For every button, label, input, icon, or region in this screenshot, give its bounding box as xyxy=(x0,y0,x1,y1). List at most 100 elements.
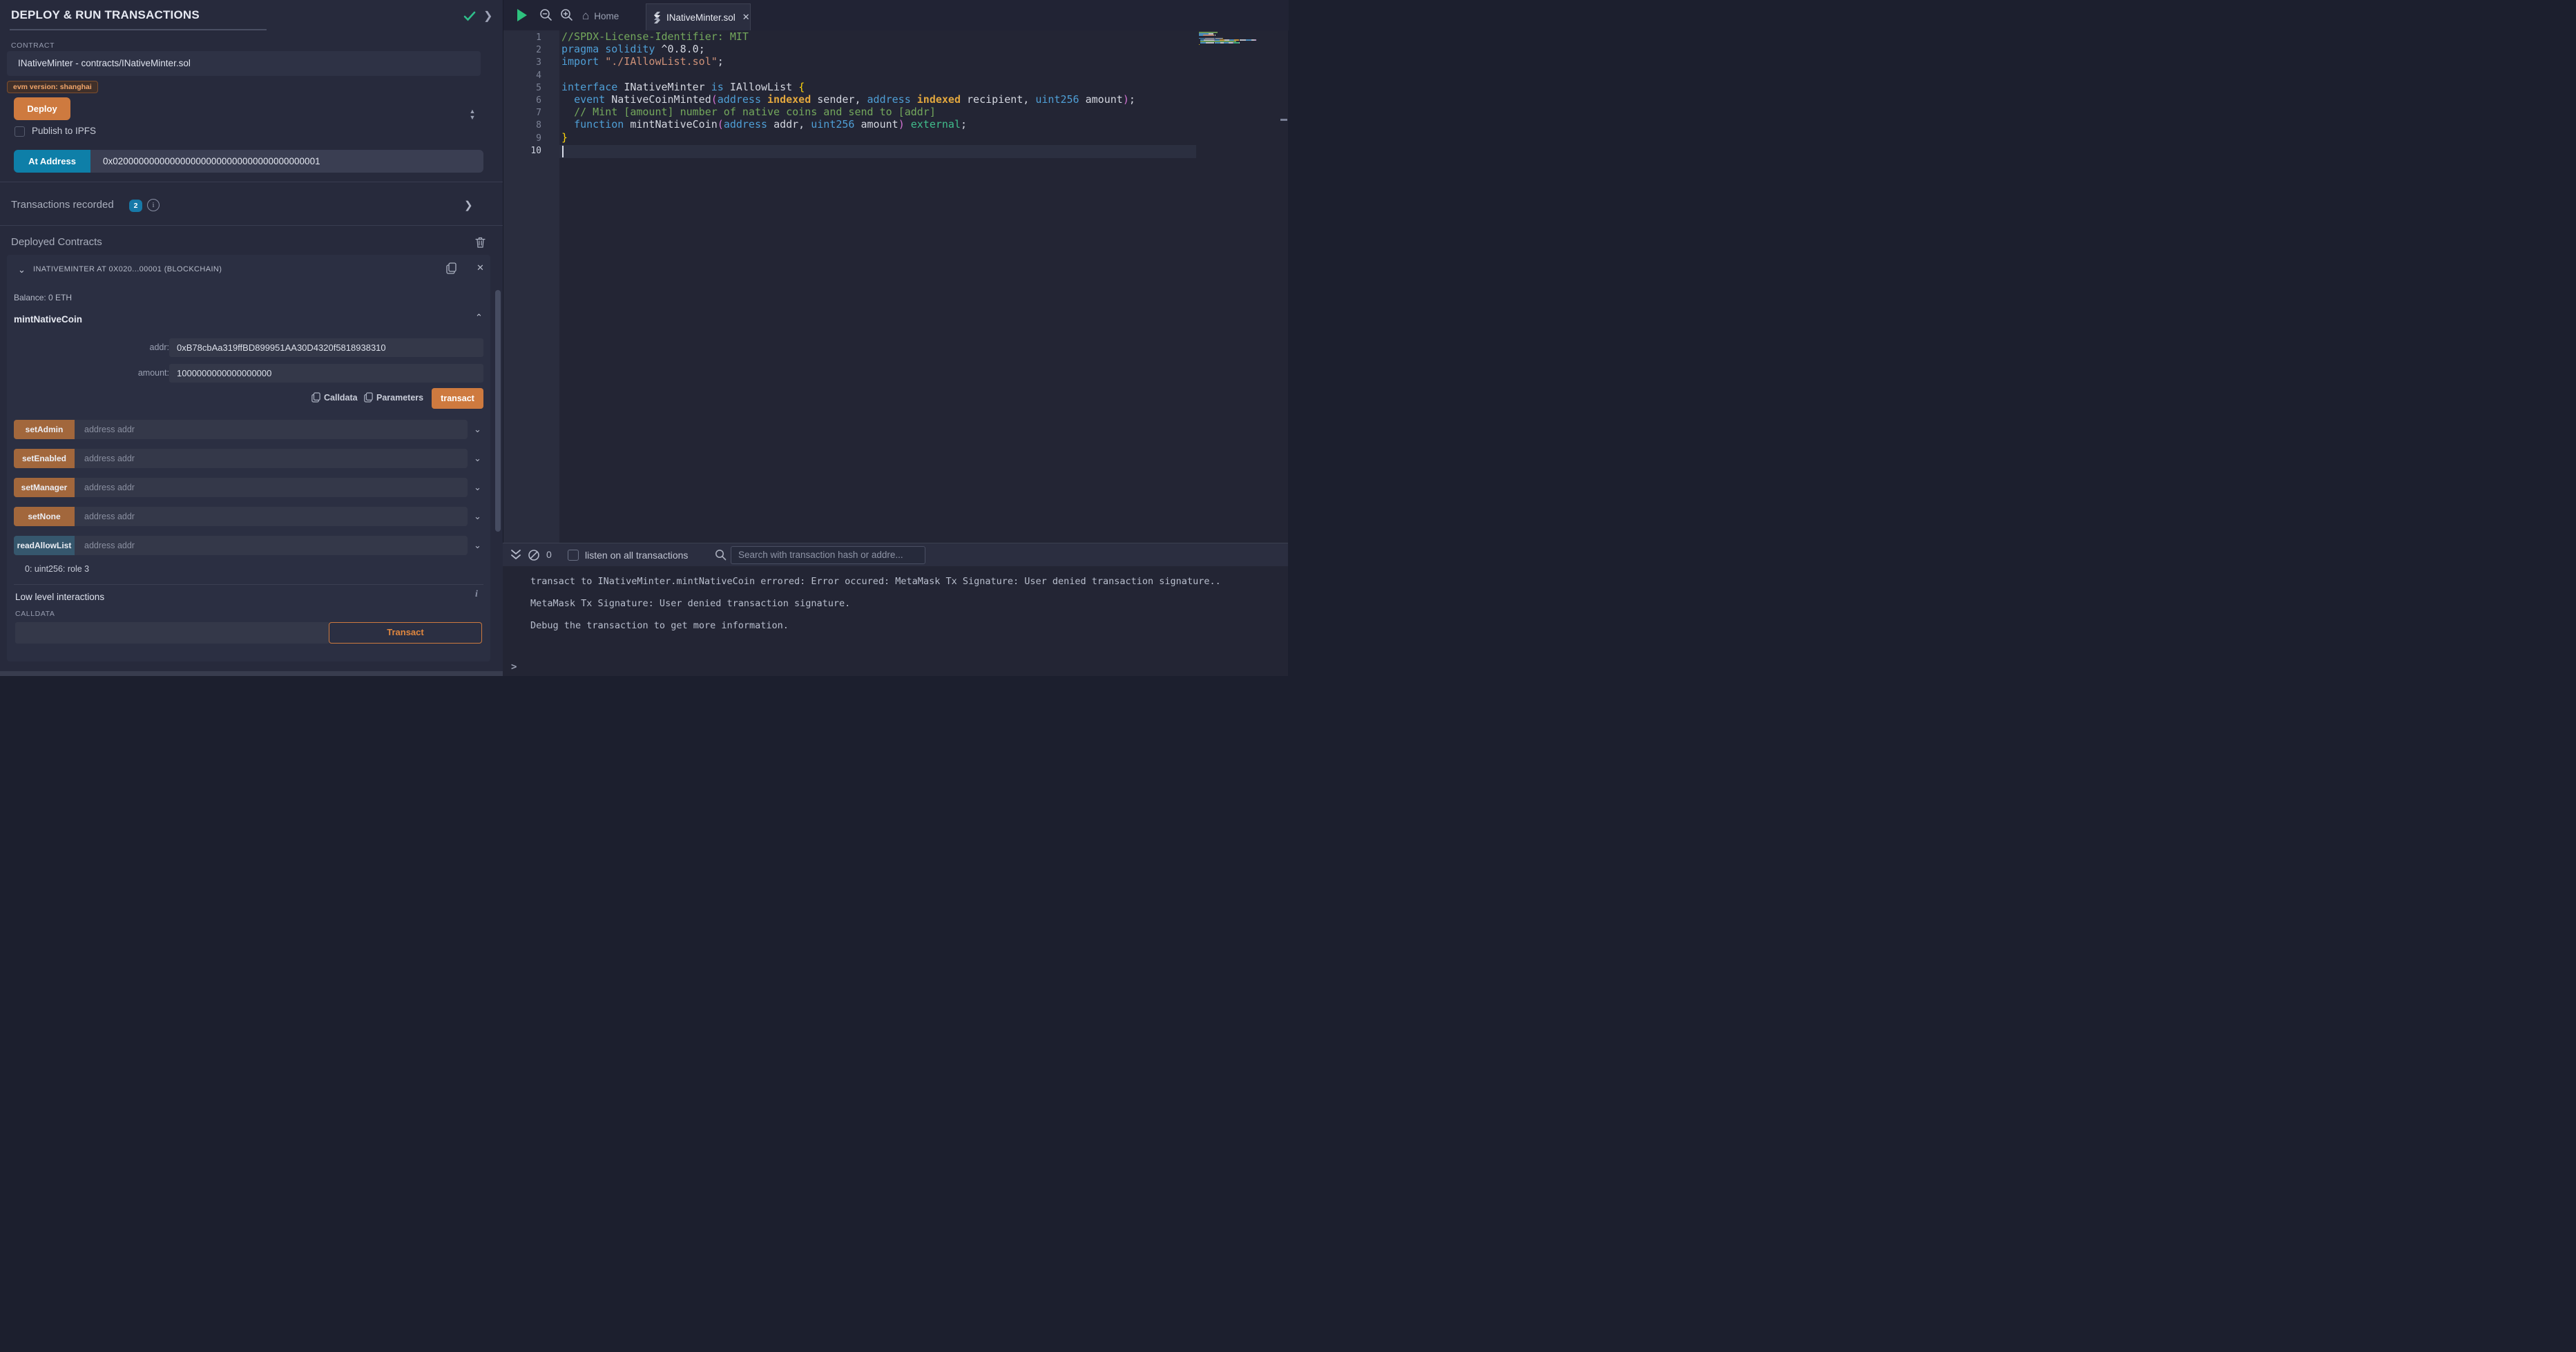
addr-field-input[interactable]: 0xB78cbAa319ffBD899951AA30D4320f58189383… xyxy=(169,338,483,357)
code-line-1: //SPDX-License-Identifier: MIT xyxy=(561,30,749,43)
line-number: 6 xyxy=(536,95,541,106)
clear-console-icon[interactable] xyxy=(528,549,540,561)
page-title: DEPLOY & RUN TRANSACTIONS xyxy=(11,8,200,22)
listen-all-label: listen on all transactions xyxy=(585,550,688,561)
setNone-button[interactable]: setNone xyxy=(14,507,75,526)
setEnabled-button[interactable]: setEnabled xyxy=(14,449,75,468)
function-name[interactable]: mintNativeCoin xyxy=(14,314,82,325)
at-address-input[interactable]: 0x02000000000000000000000000000000000000… xyxy=(90,150,483,173)
setNone-input[interactable]: address addr xyxy=(75,507,468,526)
terminal-prompt[interactable]: > xyxy=(511,661,517,673)
deployed-instance-card: ⌄ INATIVEMINTER AT 0X020...00001 (BLOCKC… xyxy=(7,255,490,661)
tab-home[interactable]: ⌂Home xyxy=(575,6,626,26)
transactions-count-badge: 2 xyxy=(129,200,142,212)
terminal-search-input[interactable]: Search with transaction hash or addre... xyxy=(731,546,925,564)
zoom-in-icon[interactable] xyxy=(560,8,574,22)
line-number: 1 xyxy=(536,32,541,43)
chevron-down-icon[interactable]: ⌄ xyxy=(474,540,481,551)
panel-expand-icon[interactable]: ❯ xyxy=(483,9,496,24)
divider xyxy=(0,225,503,226)
contract-select[interactable]: INativeMinter - contracts/INativeMinter.… xyxy=(7,51,481,76)
publish-ipfs-label: Publish to IPFS xyxy=(32,126,96,136)
calldata-copy-label[interactable]: Calldata xyxy=(324,393,358,403)
transactions-recorded-label: Transactions recorded xyxy=(11,199,114,211)
deploy-button[interactable]: Deploy xyxy=(14,97,70,120)
chevron-down-icon[interactable]: ⌄ xyxy=(474,453,481,464)
zoom-out-icon[interactable] xyxy=(539,8,553,22)
copy-icon[interactable] xyxy=(446,262,456,273)
line-number: 9 xyxy=(536,133,541,144)
readAllowList-button[interactable]: readAllowList xyxy=(14,536,75,555)
search-icon xyxy=(715,549,727,561)
setEnabled-input[interactable]: address addr xyxy=(75,449,468,468)
line-number: 4 xyxy=(536,70,541,81)
check-icon xyxy=(463,9,478,24)
current-line-highlight xyxy=(559,145,1196,158)
panel-scrollbar[interactable] xyxy=(495,290,501,532)
line-number: 7 xyxy=(536,108,541,118)
instance-title: INATIVEMINTER AT 0X020...00001 (BLOCKCHA… xyxy=(33,265,222,273)
trash-icon[interactable] xyxy=(475,237,486,248)
addr-field-label: addr: xyxy=(114,342,169,352)
terminal-log-line: transact to INativeMinter.mintNativeCoin… xyxy=(530,576,1221,587)
close-icon[interactable]: ✕ xyxy=(742,12,750,23)
copy-parameters-icon[interactable] xyxy=(364,392,374,403)
terminal-log-line: MetaMask Tx Signature: User denied trans… xyxy=(530,598,850,609)
low-level-transact-button[interactable]: Transact xyxy=(329,622,482,644)
chevron-down-icon[interactable]: ⌄ xyxy=(474,511,481,522)
divider xyxy=(14,584,483,585)
function-row-setAdmin: setAdminaddress addr ⌄ xyxy=(14,420,483,439)
amount-field-input[interactable]: 1000000000000000000 xyxy=(169,364,483,383)
setManager-input[interactable]: address addr xyxy=(75,478,468,497)
code-line-9: } xyxy=(561,131,568,144)
scroll-to-bottom-icon[interactable] xyxy=(510,549,523,561)
instance-collapse-icon[interactable]: ⌄ xyxy=(18,264,26,276)
contract-label: CONTRACT xyxy=(11,41,55,50)
setManager-button[interactable]: setManager xyxy=(14,478,75,497)
low-level-calldata-input[interactable] xyxy=(15,622,329,644)
editor-minimap[interactable] xyxy=(1196,30,1280,543)
setAdmin-button[interactable]: setAdmin xyxy=(14,420,75,439)
title-underline xyxy=(10,29,267,30)
solidity-icon xyxy=(653,12,661,23)
function-row-readAllowList: readAllowListaddress addr ⌄ xyxy=(14,536,483,555)
calldata-label: CALLDATA xyxy=(15,610,55,618)
function-row-setManager: setManageraddress addr ⌄ xyxy=(14,478,483,497)
run-script-icon[interactable] xyxy=(516,8,530,22)
listen-all-checkbox[interactable] xyxy=(568,550,579,561)
code-line-6: event NativeCoinMinted(address indexed s… xyxy=(561,93,1135,106)
terminal-toolbar: 0 listen on all transactions Search with… xyxy=(503,543,1288,566)
panel-horizontal-scrollbar[interactable] xyxy=(0,671,503,676)
amount-field-label: amount: xyxy=(114,368,169,378)
line-number: 3 xyxy=(536,57,541,68)
tab-inativeminter[interactable]: INativeMinter.sol ✕ xyxy=(646,3,751,30)
transactions-expand-icon[interactable]: ❯ xyxy=(464,199,473,211)
deployed-contracts-title: Deployed Contracts xyxy=(11,236,102,248)
low-level-title: Low level interactions xyxy=(15,592,104,602)
function-result: 0: uint256: role 3 xyxy=(25,564,89,574)
terminal-log-line: Debug the transaction to get more inform… xyxy=(530,620,789,631)
text-cursor xyxy=(562,146,564,157)
overview-ruler-marker xyxy=(1280,119,1287,121)
parameters-copy-label[interactable]: Parameters xyxy=(376,393,423,403)
code-line-2: pragma solidity ^0.8.0; xyxy=(561,43,705,55)
code-editor: ⌂Home INativeMinter.sol ✕ 12345678910 //… xyxy=(503,0,1288,543)
publish-ipfs-checkbox[interactable] xyxy=(15,126,25,137)
code-line-7: // Mint [amount] number of native coins … xyxy=(561,106,936,118)
readAllowList-input[interactable]: address addr xyxy=(75,536,468,555)
info-icon: i xyxy=(147,199,160,211)
chevron-down-icon[interactable]: ⌄ xyxy=(474,424,481,435)
copy-calldata-icon[interactable] xyxy=(311,392,321,403)
terminal-panel: 0 listen on all transactions Search with… xyxy=(503,543,1288,676)
at-address-button[interactable]: At Address xyxy=(14,150,90,173)
code-line-5: interface INativeMinter is IAllowList { xyxy=(561,81,805,93)
chevron-up-icon[interactable]: ⌃ xyxy=(475,312,483,323)
transact-button[interactable]: transact xyxy=(432,388,483,409)
function-row-setEnabled: setEnabledaddress addr ⌄ xyxy=(14,449,483,468)
chevron-down-icon[interactable]: ⌄ xyxy=(474,482,481,493)
balance-label: Balance: 0 ETH xyxy=(14,293,72,302)
setAdmin-input[interactable]: address addr xyxy=(75,420,468,439)
select-updown-icon: ▲▼ xyxy=(468,108,477,122)
close-icon[interactable]: ✕ xyxy=(477,262,484,273)
editor-tabbar: ⌂Home INativeMinter.sol ✕ xyxy=(503,0,1289,30)
